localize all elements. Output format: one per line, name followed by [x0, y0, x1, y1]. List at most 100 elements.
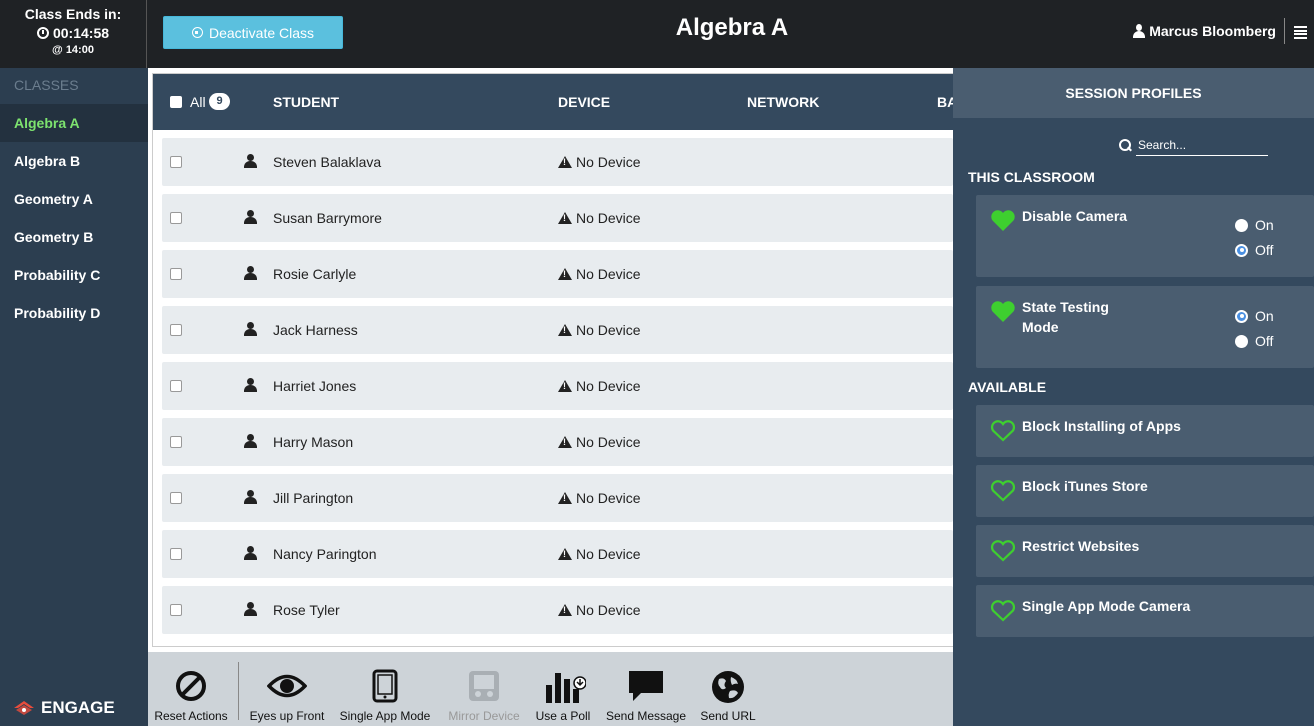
search-input[interactable]: [1136, 134, 1268, 156]
student-icon: [244, 434, 258, 448]
student-name: Susan Barrymore: [273, 210, 382, 226]
row-checkbox[interactable]: [170, 268, 182, 280]
device-label: No Device: [576, 378, 641, 394]
table-row[interactable]: Jack Harness No Device: [162, 306, 953, 354]
table-row[interactable]: Steven Balaklava No Device: [162, 138, 953, 186]
eye-icon: [267, 674, 307, 698]
device-status: No Device: [558, 266, 641, 282]
row-checkbox[interactable]: [170, 324, 182, 336]
heart-outline-icon: [990, 540, 1016, 562]
select-all-checkbox[interactable]: [170, 96, 182, 108]
profile-title: Disable Camera: [1022, 208, 1128, 224]
column-network[interactable]: NETWORK: [747, 94, 819, 110]
sidebar-item-probability-c[interactable]: Probability C: [0, 256, 148, 294]
session-profiles-panel: SESSION PROFILES THIS CLASSROOM Disable …: [953, 68, 1314, 726]
single-app-mode-button[interactable]: Single App Mode: [338, 652, 432, 726]
profile-card-state-testing[interactable]: State Testing Mode On Off: [976, 286, 1314, 368]
radio-button-selected[interactable]: [1235, 243, 1248, 257]
row-checkbox[interactable]: [170, 492, 182, 504]
row-checkbox[interactable]: [170, 436, 182, 448]
student-name: Steven Balaklava: [273, 154, 382, 170]
device-status: No Device: [558, 322, 641, 338]
engage-logo-icon: [14, 701, 34, 715]
student-name: Nancy Parington: [273, 546, 377, 562]
sidebar-item-probability-d[interactable]: Probability D: [0, 294, 148, 332]
class-ends-label: Class Ends in:: [24, 6, 122, 22]
profile-card-disable-camera[interactable]: Disable Camera On Off: [976, 195, 1314, 277]
prohibited-icon: [176, 671, 206, 701]
tablet-icon: [372, 669, 398, 703]
table-row[interactable]: Susan Barrymore No Device: [162, 194, 953, 242]
column-student[interactable]: STUDENT: [273, 94, 339, 110]
device-label: No Device: [576, 154, 641, 170]
table-row[interactable]: Rosie Carlyle No Device: [162, 250, 953, 298]
sidebar-item-algebra-b[interactable]: Algebra B: [0, 142, 148, 180]
profile-card-single-app-camera[interactable]: Single App Mode Camera: [976, 585, 1314, 637]
class-sidebar: CLASSES Algebra A Algebra B Geometry A G…: [0, 68, 148, 726]
student-count-badge: 9: [209, 93, 230, 110]
row-checkbox[interactable]: [170, 548, 182, 560]
warning-icon: [558, 267, 572, 281]
radio-button[interactable]: [1235, 218, 1248, 232]
eyes-up-front-button[interactable]: Eyes up Front: [248, 652, 326, 726]
radio-on[interactable]: On: [1235, 308, 1274, 324]
page-title: Algebra A: [675, 14, 789, 41]
column-battery[interactable]: BA: [937, 94, 953, 110]
deactivate-class-button[interactable]: Deactivate Class: [163, 16, 343, 49]
user-name: Marcus Bloomberg: [1149, 23, 1276, 39]
device-status: No Device: [558, 546, 641, 562]
device-status: No Device: [558, 490, 641, 506]
mirror-device-button[interactable]: Mirror Device: [446, 652, 522, 726]
row-checkbox[interactable]: [170, 156, 182, 168]
table-row[interactable]: Harriet Jones No Device: [162, 362, 953, 410]
student-icon: [244, 602, 258, 616]
profile-card-restrict-websites[interactable]: Restrict Websites: [976, 525, 1314, 577]
engage-logo: ENGAGE: [13, 698, 115, 718]
warning-icon: [558, 435, 572, 449]
sidebar-item-geometry-a[interactable]: Geometry A: [0, 180, 148, 218]
warning-icon: [558, 603, 572, 617]
reset-actions-button[interactable]: Reset Actions: [154, 652, 228, 726]
hamburger-menu-icon[interactable]: [1294, 26, 1307, 39]
send-message-button[interactable]: Send Message: [604, 652, 688, 726]
send-url-label: Send URL: [700, 709, 756, 723]
radio-on-label: On: [1255, 308, 1274, 324]
search-icon: [1119, 139, 1131, 151]
row-checkbox[interactable]: [170, 212, 182, 224]
single-app-mode-label: Single App Mode: [339, 709, 431, 723]
column-device[interactable]: DEVICE: [558, 94, 610, 110]
profile-title: Block Installing of Apps: [1022, 418, 1181, 434]
radio-off[interactable]: Off: [1235, 333, 1273, 349]
sidebar-item-geometry-b[interactable]: Geometry B: [0, 218, 148, 256]
radio-off[interactable]: Off: [1235, 242, 1273, 258]
profile-card-block-installing[interactable]: Block Installing of Apps: [976, 405, 1314, 457]
table-row[interactable]: Nancy Parington No Device: [162, 530, 953, 578]
student-name: Rose Tyler: [273, 602, 340, 618]
table-row[interactable]: Rose Tyler No Device: [162, 586, 953, 634]
radio-on[interactable]: On: [1235, 217, 1274, 233]
send-url-button[interactable]: Send URL: [698, 652, 758, 726]
top-bar: Class Ends in: 00:14:58 @ 14:00 Deactiva…: [0, 0, 1314, 68]
countdown: 00:14:58: [0, 25, 146, 41]
sidebar-header: CLASSES: [14, 77, 79, 93]
device-status: No Device: [558, 210, 641, 226]
row-checkbox[interactable]: [170, 604, 182, 616]
profile-card-block-itunes[interactable]: Block iTunes Store: [976, 465, 1314, 517]
available-label: AVAILABLE: [968, 379, 1047, 395]
sidebar-item-algebra-a[interactable]: Algebra A: [0, 104, 148, 142]
radio-off-label: Off: [1255, 242, 1274, 258]
stop-icon: [191, 27, 203, 38]
student-icon: [244, 154, 258, 168]
radio-button-selected[interactable]: [1235, 309, 1248, 323]
radio-button[interactable]: [1235, 334, 1248, 348]
clock-icon: [36, 27, 49, 39]
user-menu[interactable]: Marcus Bloomberg: [1133, 23, 1276, 39]
device-label: No Device: [576, 490, 641, 506]
student-list: Steven Balaklava No Device Susan Barrymor…: [162, 138, 953, 642]
warning-icon: [558, 155, 572, 169]
student-name: Jack Harness: [273, 322, 358, 338]
table-row[interactable]: Jill Parington No Device: [162, 474, 953, 522]
row-checkbox[interactable]: [170, 380, 182, 392]
table-row[interactable]: Harry Mason No Device: [162, 418, 953, 466]
use-a-poll-button[interactable]: Use a Poll: [532, 652, 594, 726]
